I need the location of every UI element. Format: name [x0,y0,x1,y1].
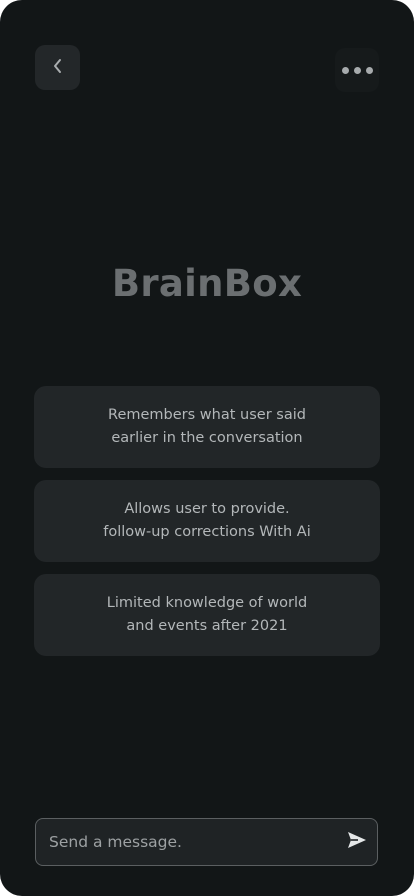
feature-card: Remembers what user said earlier in the … [34,386,380,468]
app-title: BrainBox [111,262,303,305]
feature-text-line: Allows user to provide. [124,501,290,517]
send-icon [347,831,367,853]
feature-text-line: follow-up corrections With Ai [103,524,311,540]
feature-text-line: Remembers what user said [108,407,306,423]
more-horizontal-icon [341,66,373,74]
chat-screen: BrainBox Remembers what user said earlie… [0,0,414,896]
feature-text-line: Limited knowledge of world [106,595,308,611]
chevron-left-icon [52,58,64,78]
more-options-button[interactable] [335,48,379,92]
feature-card: Limited knowledge of world and events af… [34,574,380,656]
feature-card: Allows user to provide. follow-up correc… [34,480,380,562]
message-input[interactable] [49,819,329,865]
feature-text-line: earlier in the conversation [111,430,303,446]
message-composer [35,818,378,866]
send-button[interactable] [346,832,368,852]
feature-text-line: and events after 2021 [126,618,288,634]
back-button[interactable] [35,45,80,90]
